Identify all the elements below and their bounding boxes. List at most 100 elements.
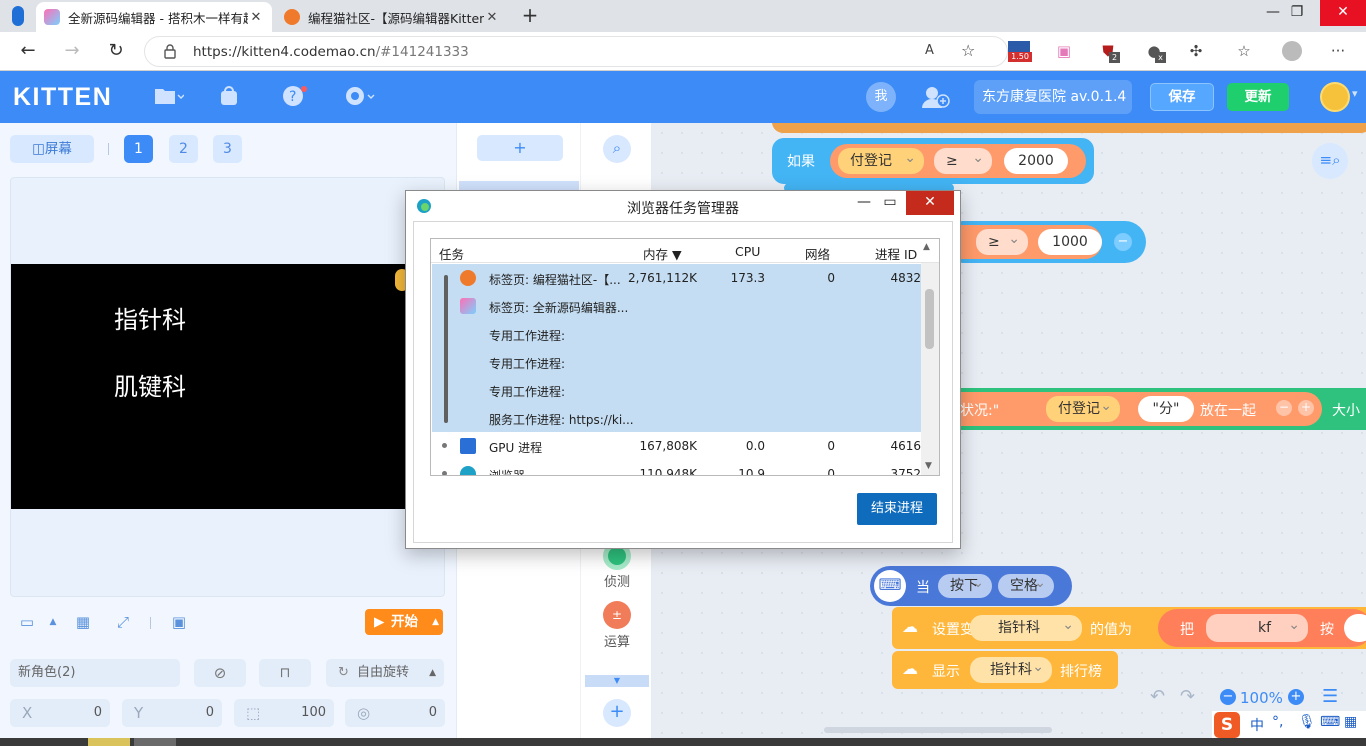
maximize-icon[interactable]: ❐ xyxy=(1274,0,1320,26)
add-join-icon[interactable]: + xyxy=(1298,400,1314,416)
task-row[interactable]: 专用工作进程: xyxy=(431,320,921,348)
stage-canvas[interactable]: 指针科 肌键科 xyxy=(11,264,411,509)
end-process-button[interactable]: 结束进程 xyxy=(857,493,937,525)
zoom-out-icon[interactable]: − xyxy=(1220,689,1236,705)
browser-tab-codemao[interactable]: 编程猫社区-【源码编辑器Kitten】 ✕ xyxy=(276,2,508,32)
scroll-up-icon[interactable]: ▲ xyxy=(923,242,930,252)
new-tab-icon[interactable]: + xyxy=(518,4,542,28)
kitten-logo[interactable]: KITTEN xyxy=(13,83,112,112)
compare-block-2[interactable]: ≥ 1000 − xyxy=(942,221,1146,263)
scroll-down-icon[interactable]: ▼ xyxy=(925,461,932,471)
sidebar-toggle-icon[interactable] xyxy=(12,6,24,26)
task-row[interactable]: 标签页: 编程猫社区-【... 2,761,112K 173.3 0 4832 xyxy=(431,264,921,292)
game-extension-icon[interactable]: ▣ xyxy=(1052,40,1076,64)
col-cpu[interactable]: CPU xyxy=(735,244,760,259)
if-block[interactable]: 如果 付登记 ≥ 2000 xyxy=(772,138,1094,184)
col-pid[interactable]: 进程 ID xyxy=(875,244,917,263)
me-avatar[interactable]: 我 xyxy=(866,82,896,112)
close-tab-icon[interactable]: ✕ xyxy=(484,10,500,25)
tm-maximize-icon[interactable]: ▭ xyxy=(870,191,910,215)
operator-dropdown-2[interactable]: ≥ xyxy=(976,226,1028,255)
add-category-icon[interactable]: + xyxy=(603,699,631,727)
scroll-thumb[interactable] xyxy=(925,289,934,349)
col-network[interactable]: 网络 xyxy=(805,244,830,263)
join-block-row[interactable]: 疗状况:" 付登记 "分" 放在一起 − + 大小 xyxy=(942,388,1366,430)
start-dropdown-icon[interactable]: ▲ xyxy=(432,609,439,635)
detect-category-label[interactable]: 侦测 xyxy=(581,571,653,590)
horizontal-scrollbar[interactable] xyxy=(824,727,1052,733)
kf-dropdown[interactable]: kf xyxy=(1206,611,1308,642)
operator-dropdown[interactable]: ≥ xyxy=(934,145,992,174)
when-key-pressed-block[interactable]: ⌨ 当 按下 空格 xyxy=(870,566,1072,606)
bag-icon[interactable] xyxy=(218,85,240,109)
block-filter-icon[interactable]: ≡⌕ xyxy=(1312,143,1348,179)
user-avatar[interactable] xyxy=(1320,82,1350,112)
visibility-toggle[interactable]: ⊘ xyxy=(194,659,246,687)
punctuation-icon[interactable]: °, xyxy=(1272,714,1283,730)
x-field[interactable]: X0 xyxy=(10,699,110,727)
string-slot[interactable] xyxy=(1344,614,1366,642)
operator-category-label[interactable]: 运算 xyxy=(581,631,653,650)
page-tab-2[interactable]: 2 xyxy=(169,135,198,163)
keyboard-icon[interactable]: ⌨ xyxy=(1320,714,1340,730)
task-row[interactable]: GPU 进程 167,808K 0.0 0 4616 xyxy=(431,432,921,460)
operator-category-icon[interactable]: ± xyxy=(603,601,631,629)
player-icon[interactable]: ▣ xyxy=(168,613,190,633)
read-aloud-icon[interactable]: A xyxy=(925,43,934,58)
y-field[interactable]: Y0 xyxy=(122,699,222,727)
project-name-field[interactable]: 东方康复医院 av.0.1.4 xyxy=(974,80,1132,114)
extension-badge-icon[interactable]: 1.50 xyxy=(1008,40,1032,64)
update-button[interactable]: 更新 xyxy=(1227,83,1289,111)
save-button[interactable]: 保存 xyxy=(1150,83,1214,111)
avatar-menu-chevron-icon[interactable]: ▾ xyxy=(1352,87,1358,100)
col-task[interactable]: 任务 xyxy=(439,244,464,263)
list-block[interactable]: 把 kf 按 xyxy=(1158,609,1366,647)
fullscreen-icon[interactable]: ⤢ xyxy=(112,613,134,633)
ime-menu-icon[interactable]: ▦ xyxy=(1344,714,1357,730)
key-dropdown[interactable]: 空格 xyxy=(998,571,1054,598)
favorite-star-icon[interactable]: ☆ xyxy=(961,41,975,60)
block-search-icon[interactable]: ⌕ xyxy=(603,135,631,163)
forward-icon[interactable]: → xyxy=(58,38,86,66)
size-field[interactable]: ⬚ 100 xyxy=(234,699,334,727)
stage-size-chevron-icon[interactable]: ▲ xyxy=(42,617,64,637)
task-row[interactable]: 浏览器 110,948K 10.9 0 3752 xyxy=(431,460,921,475)
page-tab-3[interactable]: 3 xyxy=(213,135,242,163)
refresh-icon[interactable]: ↻ xyxy=(102,38,130,66)
start-button[interactable]: ▶ 开始 ▲ xyxy=(365,609,443,635)
var-dropdown[interactable]: 付登记 xyxy=(838,145,924,174)
fen-string[interactable]: "分" xyxy=(1138,396,1194,422)
tm-close-icon[interactable]: ✕ xyxy=(906,191,954,215)
add-collaborator-icon[interactable] xyxy=(922,85,950,109)
rotation-mode-select[interactable]: ↻ 自由旋转 ▲ xyxy=(326,659,444,687)
add-sprite-button[interactable]: + xyxy=(477,135,563,161)
favorites-list-icon[interactable]: ☆ xyxy=(1232,40,1256,64)
back-icon[interactable]: ← xyxy=(14,38,42,66)
file-menu-icon[interactable] xyxy=(154,85,185,109)
zoom-in-icon[interactable]: + xyxy=(1288,689,1304,705)
task-row[interactable]: 标签页: 全新源码编辑器... xyxy=(431,292,921,320)
shield-extension-icon[interactable]: ⛊ 2 xyxy=(1096,40,1120,64)
profile-avatar-icon[interactable] xyxy=(1280,40,1304,64)
value-2000[interactable]: 2000 xyxy=(1004,148,1068,174)
remove-join-icon[interactable]: − xyxy=(1276,400,1292,416)
redo-icon[interactable]: ↷ xyxy=(1180,686,1195,707)
url-input[interactable]: https://kitten4.codemao.cn/#141241333 A … xyxy=(144,36,1008,67)
taskbar-app-1[interactable] xyxy=(88,738,130,746)
set-variable-block[interactable]: ☁ 设置变量 指针科 的值为 把 kf 按 xyxy=(892,607,1366,649)
window-close-icon[interactable]: ✕ xyxy=(1320,0,1366,26)
help-icon[interactable]: ? xyxy=(282,85,312,109)
block-partial-top[interactable] xyxy=(772,123,1366,133)
extensions-puzzle-icon[interactable]: ✣ xyxy=(1184,40,1208,64)
blocker-extension-icon[interactable]: ● x xyxy=(1142,40,1166,64)
grid-icon[interactable]: ▦ xyxy=(72,613,94,633)
undo-icon[interactable]: ↶ xyxy=(1150,686,1165,707)
block-tidy-icon[interactable]: ☰ xyxy=(1322,686,1338,707)
show-leaderboard-block[interactable]: ☁ 显示 指针科 排行榜 xyxy=(892,651,1118,689)
press-dropdown[interactable]: 按下 xyxy=(938,571,992,598)
task-row[interactable]: 专用工作进程: xyxy=(431,348,921,376)
var-zhizhen-dropdown[interactable]: 指针科 xyxy=(970,612,1082,641)
var-zhizhen-dropdown-2[interactable]: 指针科 xyxy=(970,654,1052,683)
browser-tab-kitten[interactable]: 全新源码编辑器 - 搭积木一样有趣 ✕ xyxy=(36,2,272,32)
task-row[interactable]: 专用工作进程: xyxy=(431,376,921,404)
